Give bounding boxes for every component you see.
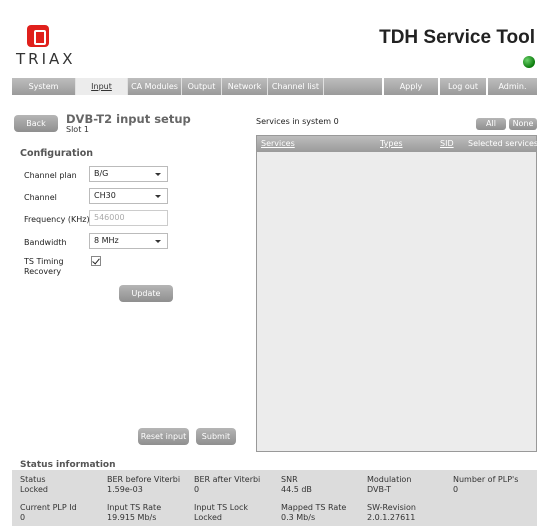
ber-before-value: 1.59e-03: [107, 485, 143, 494]
tab-ca-modules[interactable]: CA Modules: [128, 78, 182, 95]
sw-revision-label: SW-Revision: [367, 503, 416, 512]
input-ts-lock-label: Input TS Lock: [194, 503, 249, 512]
ber-after-label: BER after Viterbi: [194, 475, 261, 484]
status-value: Locked: [20, 485, 48, 494]
frequency-field: 546000: [89, 210, 168, 226]
num-plps-label: Number of PLP's: [453, 475, 519, 484]
sw-revision-value: 2.0.1.27611: [367, 513, 416, 522]
current-plp-label: Current PLP Id: [20, 503, 77, 512]
back-button[interactable]: Back: [14, 115, 58, 132]
app-title: TDH Service Tool: [379, 27, 535, 48]
channel-value: CH30: [94, 191, 116, 200]
main-navbar: System Input CA Modules Output Network C…: [12, 78, 537, 95]
snr-value: 44.5 dB: [281, 485, 312, 494]
submit-button[interactable]: Submit: [196, 428, 236, 445]
services-heading: Services in system 0: [256, 117, 339, 126]
chevron-down-icon: [155, 240, 161, 243]
frequency-label: Frequency (KHz): [24, 215, 90, 224]
page-title: DVB-T2 input setup: [66, 112, 191, 126]
admin-button[interactable]: Admin.: [486, 78, 537, 95]
ts-timing-label-2: Recovery: [24, 267, 62, 276]
tab-system[interactable]: System: [12, 78, 76, 95]
tab-channel-list[interactable]: Channel list: [268, 78, 324, 95]
channel-label: Channel: [24, 193, 57, 202]
status-label: Status: [20, 475, 46, 484]
status-led-icon: [523, 56, 535, 68]
select-none-button[interactable]: None: [509, 118, 537, 130]
tab-input[interactable]: Input: [76, 78, 128, 95]
tab-network[interactable]: Network: [222, 78, 268, 95]
logo-text: TRIAX: [16, 50, 76, 68]
snr-label: SNR: [281, 475, 298, 484]
select-all-button[interactable]: All: [476, 118, 506, 130]
current-plp-value: 0: [20, 513, 26, 522]
services-table-header: Services Types SID Selected services: [257, 136, 537, 152]
input-ts-rate-value: 19.915 Mb/s: [107, 513, 157, 522]
bandwidth-value: 8 MHz: [94, 236, 119, 245]
logout-button[interactable]: Log out: [438, 78, 486, 95]
num-plps-value: 0: [453, 485, 459, 494]
ts-timing-checkbox[interactable]: [91, 256, 101, 266]
page-subtitle: Slot 1: [66, 125, 89, 134]
channel-select[interactable]: CH30: [89, 188, 168, 204]
bandwidth-select[interactable]: 8 MHz: [89, 233, 168, 249]
input-ts-rate-label: Input TS Rate: [107, 503, 162, 512]
tab-output[interactable]: Output: [182, 78, 222, 95]
ber-before-label: BER before Viterbi: [107, 475, 181, 484]
status-heading: Status information: [20, 460, 116, 470]
ts-timing-label: TS Timing: [24, 257, 64, 266]
channel-plan-label: Channel plan: [24, 171, 77, 180]
modulation-label: Modulation: [367, 475, 412, 484]
services-panel: Services Types SID Selected services: [256, 135, 537, 452]
chevron-down-icon: [155, 173, 161, 176]
col-types[interactable]: Types: [380, 136, 403, 152]
update-button[interactable]: Update: [119, 285, 173, 302]
chevron-down-icon: [155, 195, 161, 198]
col-sid[interactable]: SID: [440, 136, 454, 152]
bandwidth-label: Bandwidth: [24, 238, 67, 247]
ber-after-value: 0: [194, 485, 200, 494]
channel-plan-select[interactable]: B/G: [89, 166, 168, 182]
col-services[interactable]: Services: [261, 136, 295, 152]
configuration-heading: Configuration: [20, 148, 94, 159]
modulation-value: DVB-T: [367, 485, 392, 494]
mapped-ts-rate-value: 0.3 Mb/s: [281, 513, 316, 522]
col-selected-services: Selected services: [468, 139, 537, 148]
input-ts-lock-value: Locked: [194, 513, 222, 522]
channel-plan-value: B/G: [94, 169, 109, 178]
mapped-ts-rate-label: Mapped TS Rate: [281, 503, 347, 512]
reset-input-button[interactable]: Reset input: [138, 428, 189, 445]
triax-logo-icon: [27, 25, 49, 47]
apply-button[interactable]: Apply: [382, 78, 438, 95]
